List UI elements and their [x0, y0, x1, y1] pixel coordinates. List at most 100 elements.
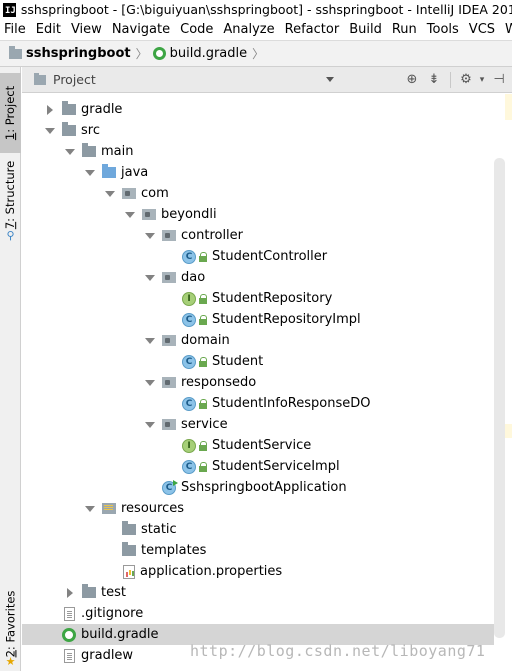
expand-arrow-down-icon[interactable]	[84, 503, 96, 515]
breadcrumb-project[interactable]: sshspringboot	[9, 45, 131, 61]
public-lock-icon	[199, 356, 208, 367]
expand-arrow-down-icon[interactable]	[144, 230, 156, 242]
tree-row-studentcontroller[interactable]: C StudentController	[22, 246, 494, 267]
tree-item-label: main	[101, 144, 134, 159]
breadcrumb-file[interactable]: build.gradle	[152, 46, 247, 61]
menu-build[interactable]: Build	[344, 22, 387, 37]
tree-row-studentservice[interactable]: I StudentService	[22, 435, 494, 456]
expand-arrow-down-icon[interactable]	[144, 419, 156, 431]
expand-arrow-down-icon[interactable]	[144, 335, 156, 347]
project-panel-header: Project ⊕ ⇟ ⚙ ▾ ⊣	[22, 67, 512, 93]
project-panel-title[interactable]: Project	[53, 72, 96, 87]
menu-file[interactable]: File	[0, 22, 31, 37]
tree-item-label: StudentService	[212, 438, 312, 453]
chevron-right-icon: 〉	[135, 47, 148, 61]
tree-row-studentrepositoryimpl[interactable]: C StudentRepositoryImpl	[22, 309, 494, 330]
menu-view[interactable]: View	[66, 22, 107, 37]
settings-icon[interactable]: ⚙	[458, 72, 474, 87]
tree-row-studentserviceimpl[interactable]: C StudentServiceImpl	[22, 456, 494, 477]
tree-item-label: service	[181, 417, 228, 432]
package-icon	[162, 230, 176, 241]
tree-row-gradle[interactable]: gradle	[22, 99, 494, 120]
tree-item-label: responsedo	[181, 375, 257, 390]
tree-row-com[interactable]: com	[22, 183, 494, 204]
tree-row-java[interactable]: java	[22, 162, 494, 183]
menu-edit[interactable]: Edit	[31, 22, 66, 37]
tab-structure-label: Structure	[3, 160, 18, 215]
tree-item-label: SshspringbootApplication	[181, 480, 347, 495]
properties-file-icon	[123, 564, 135, 579]
tree-item-label: StudentRepository	[212, 291, 333, 306]
tree-item-label: com	[141, 186, 169, 201]
menu-analyze[interactable]: Analyze	[218, 22, 279, 37]
expand-arrow-down-icon[interactable]	[64, 146, 76, 158]
expand-arrow-down-icon[interactable]	[144, 377, 156, 389]
structure-icon: ⚲	[6, 229, 15, 242]
gradle-icon	[62, 627, 76, 642]
folder-icon	[122, 521, 136, 535]
menu-tools[interactable]: Tools	[422, 22, 464, 37]
class-icon: C	[182, 312, 196, 327]
hide-icon[interactable]: ⊣	[491, 72, 507, 87]
tree-row-studentrepository[interactable]: I StudentRepository	[22, 288, 494, 309]
menu-vcs[interactable]: VCS	[464, 22, 500, 37]
tree-row-src[interactable]: src	[22, 120, 494, 141]
tree-row-domain[interactable]: domain	[22, 330, 494, 351]
class-icon: C	[182, 459, 196, 474]
tree-row-test[interactable]: test	[22, 582, 494, 603]
tree-row-resources[interactable]: resources	[22, 498, 494, 519]
expand-arrow-down-icon[interactable]	[44, 125, 56, 137]
expand-arrow-down-icon[interactable]	[124, 209, 136, 221]
menu-run[interactable]: Run	[387, 22, 422, 37]
tab-favorites[interactable]: 2: Favorites	[0, 587, 21, 661]
tree-row-student[interactable]: C Student	[22, 351, 494, 372]
menu-refactor[interactable]: Refactor	[280, 22, 345, 37]
tree-row-dao[interactable]: dao	[22, 267, 494, 288]
tree-row-static[interactable]: static	[22, 519, 494, 540]
tree-row-beyondli[interactable]: beyondli	[22, 204, 494, 225]
settings-dropdown-icon[interactable]: ▾	[474, 75, 490, 85]
tree-row-main[interactable]: main	[22, 141, 494, 162]
collapse-icon[interactable]: ⇟	[426, 72, 442, 87]
public-lock-icon	[199, 440, 208, 451]
tab-structure[interactable]: 7: Structure	[0, 161, 21, 229]
tree-item-label: build.gradle	[81, 627, 159, 642]
chevron-down-icon[interactable]	[325, 77, 334, 82]
interface-icon: I	[182, 438, 196, 453]
tree-item-label: StudentRepositoryImpl	[212, 312, 361, 327]
expand-arrow-down-icon[interactable]	[104, 188, 116, 200]
tree-row-responsedo[interactable]: responsedo	[22, 372, 494, 393]
folder-icon	[82, 143, 96, 157]
tree-row-gitignore[interactable]: .gitignore	[22, 603, 494, 624]
breadcrumb-project-label: sshspringboot	[26, 46, 131, 61]
tab-favorites-label: Favorites	[3, 590, 18, 643]
expand-arrow-right-icon[interactable]	[44, 104, 56, 116]
public-lock-icon	[199, 314, 208, 325]
tree-row-service[interactable]: service	[22, 414, 494, 435]
public-lock-icon	[199, 293, 208, 304]
vertical-scrollbar[interactable]	[494, 158, 505, 638]
menu-code[interactable]: Code	[175, 22, 218, 37]
tree-row-sshspringbootapplication[interactable]: C SshspringbootApplication	[22, 477, 494, 498]
expand-arrow-down-icon[interactable]	[144, 272, 156, 284]
tree-row-controller[interactable]: controller	[22, 225, 494, 246]
tree-row-application-properties[interactable]: application.properties	[22, 561, 494, 582]
expand-arrow-down-icon[interactable]	[84, 167, 96, 179]
folder-icon	[122, 542, 136, 556]
menu-window[interactable]: Win	[500, 22, 512, 37]
menu-navigate[interactable]: Navigate	[107, 22, 175, 37]
expand-arrow-right-icon[interactable]	[64, 587, 76, 599]
tree-row-templates[interactable]: templates	[22, 540, 494, 561]
tab-project[interactable]: 1: Project	[0, 73, 21, 153]
tree-row-studentinforesponsedo[interactable]: C StudentInfoResponseDO	[22, 393, 494, 414]
target-icon[interactable]: ⊕	[404, 72, 420, 87]
package-icon	[162, 335, 176, 346]
tree-item-label: static	[141, 522, 177, 537]
project-view-icon	[34, 72, 46, 85]
resources-folder-icon	[102, 503, 116, 514]
